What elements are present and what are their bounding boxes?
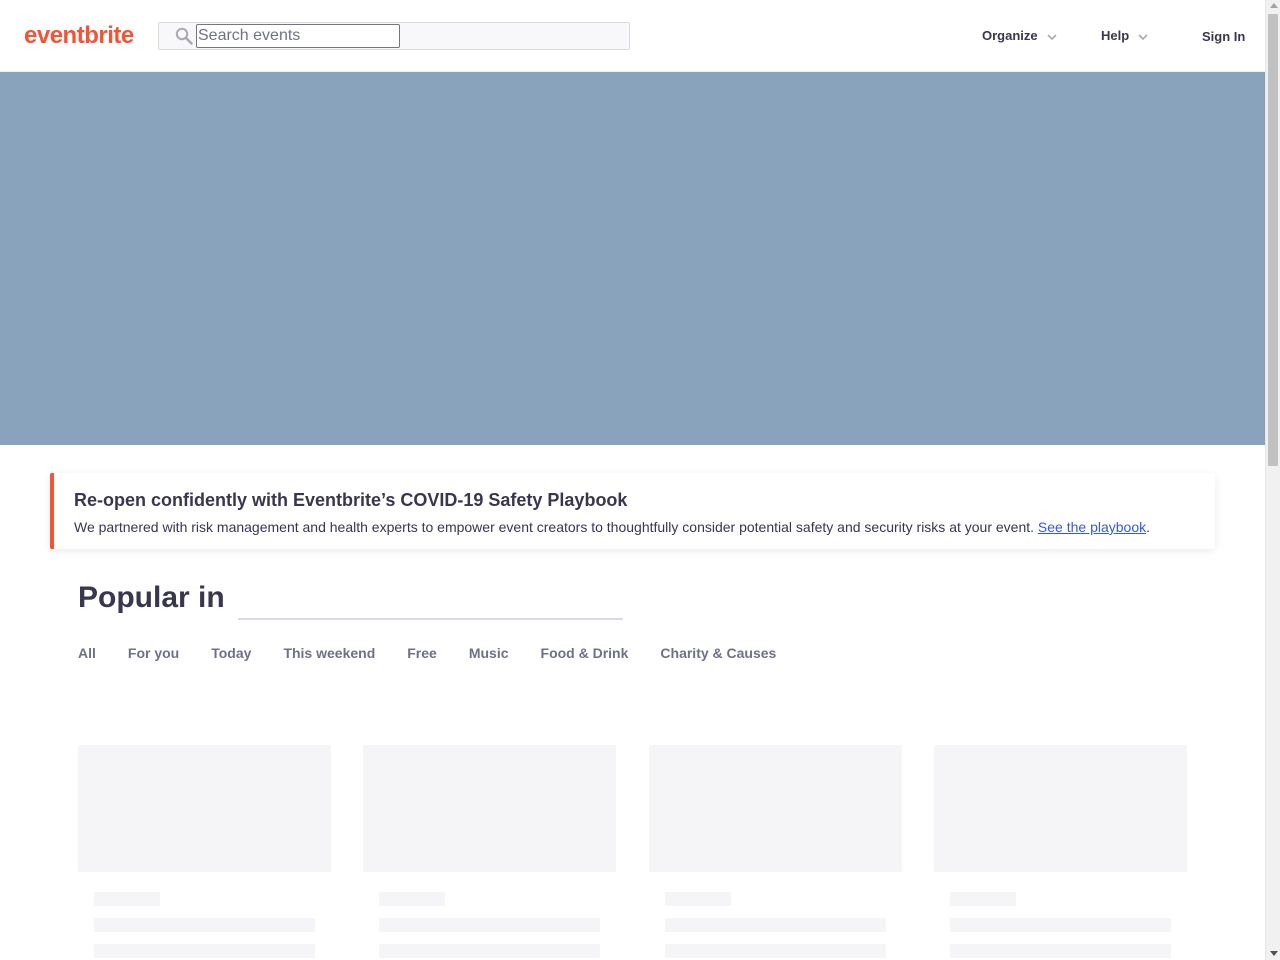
- event-image-placeholder: [363, 745, 616, 872]
- notice-body: We partnered with risk management and he…: [74, 519, 1038, 535]
- skeleton-line: [665, 892, 731, 906]
- chevron-down-icon: [1047, 34, 1057, 41]
- skeleton-line: [950, 892, 1016, 906]
- event-image-placeholder: [78, 745, 331, 872]
- search-icon: [175, 27, 193, 45]
- skeleton-line: [665, 944, 886, 958]
- scroll-down-arrow-icon[interactable]: [1270, 951, 1278, 956]
- category-tabs: All For you Today This weekend Free Musi…: [78, 644, 808, 664]
- tab-music[interactable]: Music: [469, 644, 509, 664]
- popular-heading: Popular in: [78, 581, 225, 614]
- event-image-placeholder: [649, 745, 902, 872]
- tab-charity-causes[interactable]: Charity & Causes: [660, 644, 776, 664]
- organize-label: Organize: [982, 28, 1038, 43]
- skeleton-line: [665, 918, 886, 932]
- organize-menu[interactable]: Organize: [982, 28, 1058, 44]
- location-selector[interactable]: [238, 618, 623, 620]
- page-scrollbar[interactable]: [1265, 0, 1280, 960]
- scrollbar-thumb[interactable]: [1268, 14, 1278, 466]
- skeleton-line: [379, 944, 600, 958]
- event-card-placeholder: [649, 745, 902, 958]
- notice-trail: .: [1146, 519, 1151, 535]
- event-card-placeholder: [363, 745, 616, 958]
- tab-today[interactable]: Today: [211, 644, 251, 664]
- top-nav-bar: eventbrite Organize Help Sign In: [0, 0, 1265, 72]
- event-card-placeholder: [78, 745, 331, 958]
- tab-food-drink[interactable]: Food & Drink: [541, 644, 629, 664]
- sign-in-link[interactable]: Sign In: [1202, 29, 1245, 45]
- skeleton-line: [950, 918, 1171, 932]
- eventbrite-logo[interactable]: eventbrite: [24, 22, 134, 50]
- scroll-up-arrow-icon[interactable]: [1270, 3, 1278, 8]
- tab-free[interactable]: Free: [407, 644, 437, 664]
- event-image-placeholder: [934, 745, 1187, 872]
- help-label: Help: [1101, 28, 1130, 43]
- notice-text: We partnered with risk management and he…: [74, 518, 1150, 536]
- chevron-down-icon: [1138, 34, 1148, 41]
- help-menu[interactable]: Help: [1101, 28, 1149, 44]
- skeleton-line: [94, 944, 315, 958]
- search-input[interactable]: [196, 24, 400, 48]
- event-card-placeholder: [934, 745, 1187, 958]
- see-playbook-link[interactable]: See the playbook: [1038, 519, 1146, 535]
- tab-all[interactable]: All: [78, 644, 96, 664]
- tab-for-you[interactable]: For you: [128, 644, 179, 664]
- skeleton-line: [94, 918, 315, 932]
- skeleton-line: [950, 944, 1171, 958]
- skeleton-line: [94, 892, 160, 906]
- skeleton-line: [379, 918, 600, 932]
- skeleton-line: [379, 892, 445, 906]
- covid-notice-card: Re-open confidently with Eventbrite’s CO…: [50, 473, 1215, 549]
- tab-this-weekend[interactable]: This weekend: [283, 644, 375, 664]
- notice-title: Re-open confidently with Eventbrite’s CO…: [74, 490, 628, 510]
- hero-banner[interactable]: [0, 72, 1265, 445]
